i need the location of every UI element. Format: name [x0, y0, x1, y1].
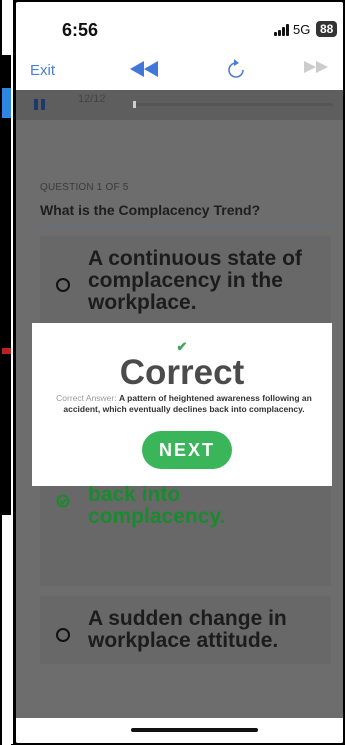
- question-number: QUESTION 1 OF 5: [40, 182, 129, 193]
- phone-screen: 6:56 5G 88 Exit 12/12 QUESTION 1 OF 5 Wh…: [16, 2, 343, 743]
- home-indicator[interactable]: [131, 728, 258, 732]
- correct-answer: Correct Answer: A pattern of heightened …: [44, 393, 324, 415]
- option-text: A sudden change in workplace attitude.: [88, 607, 287, 652]
- answer-option-3[interactable]: A sudden change in workplace attitude.: [40, 596, 331, 664]
- answer-option-1[interactable]: A continuous state of complacency in the…: [40, 236, 331, 326]
- slide-counter: 12/12: [78, 93, 106, 105]
- progress-bar: 12/12: [16, 90, 343, 120]
- modal-title: Correct: [119, 353, 245, 392]
- signal-icon: [274, 24, 292, 36]
- feedback-modal: ✔ Correct Correct Answer: A pattern of h…: [32, 323, 332, 486]
- network-label: 5G: [293, 22, 311, 37]
- radio-icon: [56, 628, 70, 642]
- adjacent-screen-strip: [0, 0, 14, 745]
- radio-icon: [56, 278, 70, 292]
- exit-button[interactable]: Exit: [30, 62, 55, 79]
- question-divider: [40, 227, 331, 228]
- pause-icon[interactable]: [34, 99, 38, 110]
- correct-answer-label: Correct Answer:: [56, 393, 117, 403]
- forward-icon[interactable]: [304, 59, 328, 75]
- question-text: What is the Complacency Trend?: [40, 202, 261, 218]
- progress-handle[interactable]: [133, 101, 136, 108]
- status-time: 6:56: [62, 20, 99, 40]
- option-text: A continuous state of complacency in the…: [88, 247, 302, 314]
- progress-track[interactable]: [133, 103, 333, 106]
- home-bar: [16, 718, 343, 743]
- status-bar: 6:56 5G 88: [16, 2, 343, 52]
- battery-icon: 88: [316, 21, 338, 37]
- player-toolbar: Exit: [16, 52, 343, 90]
- rewind-icon[interactable]: [130, 59, 158, 79]
- check-circle-icon: [56, 494, 70, 508]
- next-button[interactable]: NEXT: [142, 431, 232, 469]
- replay-icon[interactable]: [226, 59, 246, 81]
